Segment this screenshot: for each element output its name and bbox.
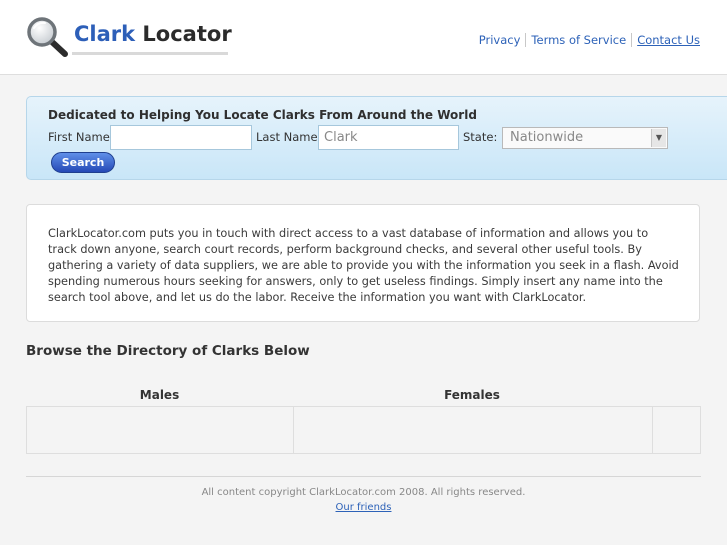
top-nav: Privacy Terms of Service Contact Us	[473, 33, 700, 47]
terms-link[interactable]: Terms of Service	[526, 33, 633, 47]
last-name-input[interactable]	[318, 125, 459, 150]
site-header: Clark Locator Privacy Terms of Service Con…	[0, 0, 727, 75]
site-logo[interactable]: Clark Locator	[26, 16, 232, 58]
friends-link-wrap: Our friends	[0, 502, 727, 513]
footer-divider	[26, 476, 701, 477]
column-header-females: Females	[444, 388, 500, 402]
privacy-link[interactable]: Privacy	[473, 33, 527, 47]
logo-underline	[72, 52, 228, 55]
state-select-value: Nationwide	[510, 130, 584, 145]
directory-title: Browse the Directory of Clarks Below	[26, 343, 310, 359]
intro-box: ClarkLocator.com puts you in touch with …	[26, 204, 700, 322]
our-friends-link[interactable]: Our friends	[336, 502, 392, 513]
directory-table	[26, 406, 701, 454]
search-title: Dedicated to Helping You Locate Clarks F…	[48, 108, 477, 122]
logo-word-clark: Clark	[74, 22, 136, 46]
first-name-label: First Name	[48, 130, 110, 144]
logo-text: Clark Locator	[74, 22, 232, 46]
chevron-down-icon[interactable]: ▼	[651, 129, 666, 147]
last-name-label: Last Name	[256, 130, 318, 144]
search-button[interactable]: Search	[51, 152, 115, 173]
logo-word-locator: Locator	[142, 22, 232, 46]
intro-text: ClarkLocator.com puts you in touch with …	[48, 227, 679, 304]
search-panel: Dedicated to Helping You Locate Clarks F…	[26, 96, 727, 180]
state-select[interactable]: Nationwide ▼	[502, 127, 668, 149]
column-header-males: Males	[139, 388, 180, 402]
males-cell	[27, 407, 294, 453]
contact-link[interactable]: Contact Us	[632, 33, 700, 47]
state-label: State:	[463, 130, 498, 144]
copyright-text: All content copyright ClarkLocator.com 2…	[201, 487, 526, 498]
magnifier-icon	[27, 17, 68, 57]
females-cell	[294, 407, 653, 453]
first-name-input[interactable]	[110, 125, 252, 150]
